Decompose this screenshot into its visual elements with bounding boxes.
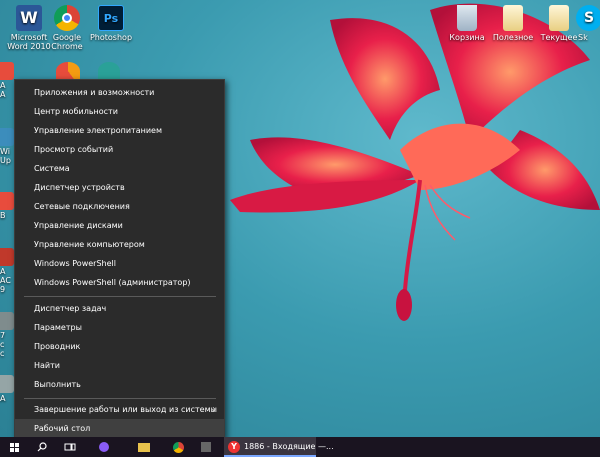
taskbar: Y 1886 - Входящие —... [0, 437, 600, 457]
search-button[interactable] [32, 437, 52, 457]
menu-item-shutdown-signout[interactable]: Завершение работы или выход из системы › [15, 400, 224, 419]
menu-item-settings[interactable]: Параметры [15, 318, 224, 337]
start-button[interactable] [4, 437, 24, 457]
menu-item-computer-management[interactable]: Управление компьютером [15, 235, 224, 254]
menu-item-powershell[interactable]: Windows PowerShell [15, 254, 224, 273]
desktop-icon-partial[interactable]: A [0, 375, 14, 403]
app-icon [201, 442, 211, 452]
desktop-icon-partial[interactable]: A AC 9 [0, 248, 14, 294]
menu-separator [24, 296, 216, 297]
menu-item-explorer[interactable]: Проводник [15, 337, 224, 356]
menu-item-apps-features[interactable]: Приложения и возможности [15, 83, 224, 102]
menu-item-run[interactable]: Выполнить [15, 375, 224, 394]
skype-icon: S [576, 5, 600, 31]
app-icon [0, 128, 14, 146]
folder-icon [503, 5, 523, 31]
desktop-icon-label: Sk [578, 33, 588, 42]
alice-icon [99, 442, 109, 452]
desktop-icon-skype[interactable]: S Sk [570, 5, 600, 42]
windows-logo-icon [9, 442, 19, 452]
menu-item-desktop[interactable]: Рабочий стол [15, 419, 224, 438]
desktop-icon-partial[interactable]: A A [0, 62, 14, 99]
menu-item-system[interactable]: Система [15, 159, 224, 178]
app-icon [0, 312, 14, 330]
menu-item-task-manager[interactable]: Диспетчер задач [15, 299, 224, 318]
menu-item-mobility-center[interactable]: Центр мобильности [15, 102, 224, 121]
taskbar-window-title: 1886 - Входящие —... [244, 442, 334, 451]
chrome-icon [54, 5, 80, 31]
task-view-button[interactable] [60, 437, 80, 457]
search-icon [37, 442, 47, 452]
desktop-icon-partial[interactable]: 7 c с [0, 312, 14, 358]
taskbar-yandex-window[interactable]: Y 1886 - Входящие —... [224, 437, 334, 457]
desktop-icon-partial[interactable]: B [0, 192, 14, 220]
taskbar-app-explorer[interactable] [134, 437, 154, 457]
app-icon [0, 192, 14, 210]
folder-icon [549, 5, 569, 31]
taskbar-app-chrome[interactable] [168, 437, 188, 457]
taskbar-app-store[interactable] [196, 437, 216, 457]
menu-item-event-viewer[interactable]: Просмотр событий [15, 140, 224, 159]
folder-icon [138, 442, 150, 452]
app-icon [0, 248, 14, 266]
menu-item-device-manager[interactable]: Диспетчер устройств [15, 178, 224, 197]
menu-item-powershell-admin[interactable]: Windows PowerShell (администратор) [15, 273, 224, 292]
desktop-icon-label: Photoshop [89, 33, 133, 42]
yandex-browser-icon: Y [228, 441, 240, 453]
app-icon [0, 62, 14, 80]
menu-item-power-options[interactable]: Управление электропитанием [15, 121, 224, 140]
photoshop-icon: Ps [98, 5, 124, 31]
chrome-icon [172, 441, 184, 453]
taskbar-app-alice[interactable] [94, 437, 114, 457]
desktop-icon-partial-3[interactable] [98, 62, 120, 80]
desktop-icon-partial[interactable]: Wi Up [0, 128, 14, 165]
recycle-bin-icon [457, 5, 477, 31]
menu-item-label: Завершение работы или выход из системы [34, 405, 217, 414]
chevron-right-icon: › [212, 404, 216, 415]
menu-item-disk-management[interactable]: Управление дисками [15, 216, 224, 235]
winx-context-menu: Приложения и возможности Центр мобильнос… [14, 79, 225, 440]
menu-item-search[interactable]: Найти [15, 356, 224, 375]
task-view-icon [64, 443, 76, 451]
desktop-icon-photoshop[interactable]: Ps Photoshop [82, 5, 140, 42]
menu-item-network-connections[interactable]: Сетевые подключения [15, 197, 224, 216]
app-icon [0, 375, 14, 393]
desktop-icon-partial-2[interactable] [56, 62, 80, 80]
menu-separator [24, 398, 216, 399]
